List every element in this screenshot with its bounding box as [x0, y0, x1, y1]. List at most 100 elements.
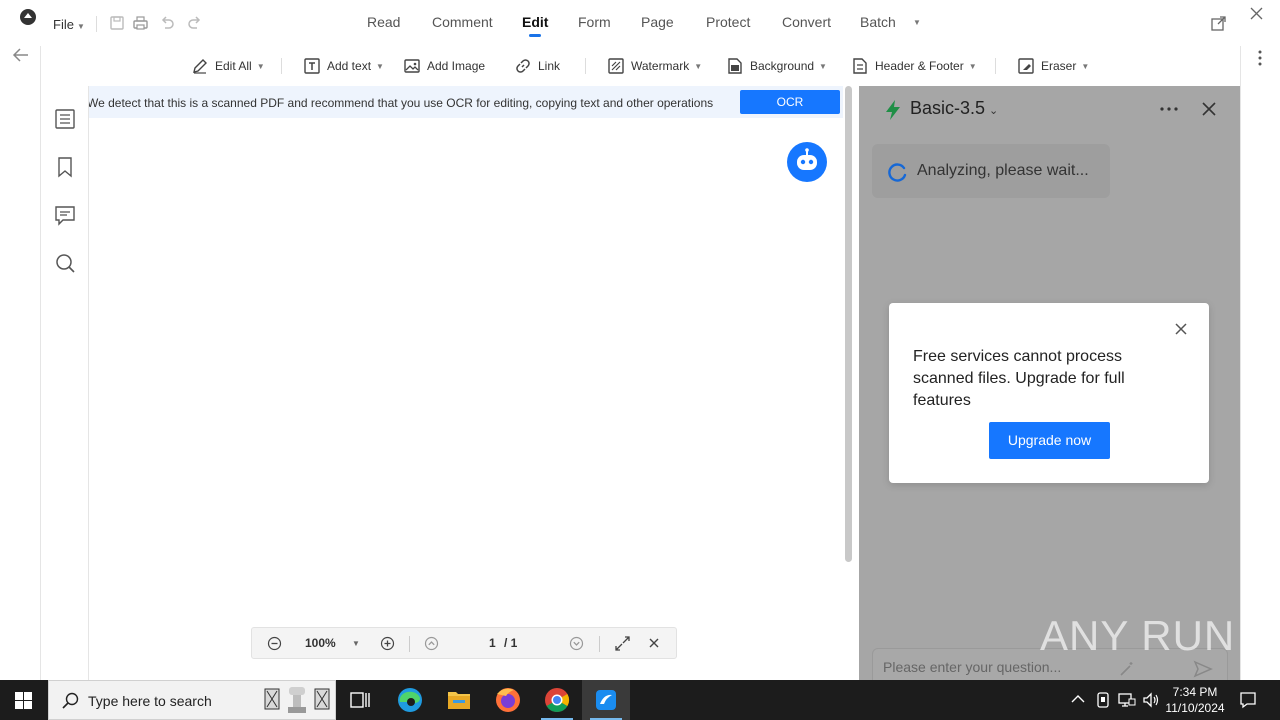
watermark-button[interactable]: Watermark ▼ [607, 56, 702, 76]
zoom-page-bar: 100% ▼ 1 / 1 [251, 627, 677, 659]
background-button[interactable]: Background ▼ [726, 56, 827, 76]
lightning-icon [884, 99, 902, 121]
current-page[interactable]: 1 [489, 636, 496, 650]
header-footer-button[interactable]: Header & Footer ▼ [851, 56, 977, 76]
background-label: Background [750, 59, 815, 73]
magic-wand-icon[interactable] [1118, 660, 1136, 678]
volume-icon[interactable] [1142, 692, 1160, 708]
edit-all-label: Edit All [215, 59, 252, 73]
navigation-sidebar [41, 86, 89, 680]
next-page-icon[interactable] [569, 636, 584, 651]
show-hidden-icons-chevron-icon[interactable] [1071, 694, 1085, 704]
tab-form[interactable]: Form [578, 14, 611, 30]
divider [409, 636, 410, 652]
tab-edit[interactable]: Edit [522, 14, 548, 37]
close-panel-icon[interactable] [1202, 102, 1216, 116]
network-icon[interactable] [1118, 692, 1136, 708]
close-dialog-icon[interactable] [1175, 323, 1187, 335]
tab-batch[interactable]: Batch [860, 14, 896, 30]
background-icon [728, 58, 742, 74]
search-icon[interactable] [54, 252, 76, 274]
model-selector[interactable]: Basic-3.5 ⌄ [910, 98, 998, 119]
analyzing-status: Analyzing, please wait... [872, 144, 1110, 198]
loading-spinner-icon [888, 162, 908, 182]
top-menu-bar: File ▼ Read Comment Edit Form Page Protec… [0, 0, 1280, 46]
notification-center-icon[interactable] [1239, 691, 1257, 709]
tab-comment[interactable]: Comment [432, 14, 493, 30]
zoom-in-icon[interactable] [380, 636, 395, 651]
watermark-label: Watermark [631, 59, 690, 73]
file-menu-label: File [53, 17, 74, 32]
app-logo-icon [20, 9, 36, 25]
total-pages: / 1 [504, 636, 518, 650]
analyzing-text: Analyzing, please wait... [917, 162, 1089, 179]
ocr-button[interactable]: OCR [740, 90, 840, 114]
file-explorer-icon[interactable] [435, 680, 483, 720]
tab-read[interactable]: Read [367, 14, 400, 30]
divider [599, 636, 600, 652]
bookmark-icon[interactable] [54, 156, 76, 178]
file-menu[interactable]: File ▼ [53, 17, 85, 32]
edit-all-button[interactable]: Edit All ▼ [191, 56, 265, 76]
zoom-out-icon[interactable] [267, 636, 282, 651]
clock-date: 11/10/2024 [1165, 701, 1225, 715]
print-icon[interactable] [132, 15, 149, 31]
fullscreen-icon[interactable] [615, 636, 630, 651]
zoom-level[interactable]: 100% [305, 636, 336, 650]
close-window-icon[interactable] [1250, 7, 1263, 20]
question-input[interactable] [883, 659, 1103, 675]
add-text-button[interactable]: Add text ▼ [303, 56, 384, 76]
add-text-icon [304, 58, 320, 74]
system-clock[interactable]: 7:34 PM 11/10/2024 [1160, 684, 1230, 716]
undo-icon[interactable] [159, 15, 175, 31]
outline-icon[interactable] [54, 108, 76, 130]
send-icon[interactable] [1193, 659, 1213, 679]
right-gutter [1240, 46, 1280, 680]
chrome-icon[interactable] [533, 680, 581, 720]
windows-start-icon[interactable] [15, 692, 32, 709]
tab-page[interactable]: Page [641, 14, 674, 30]
tab-protect[interactable]: Protect [706, 14, 750, 30]
search-icon [62, 692, 79, 709]
save-icon[interactable] [109, 15, 125, 31]
open-external-icon[interactable] [1211, 16, 1226, 31]
model-name: Basic-3.5 [910, 98, 986, 118]
search-highlight-icon [261, 683, 333, 717]
ocr-message: We detect that this is a scanned PDF and… [89, 96, 713, 110]
link-label: Link [538, 59, 561, 73]
firefox-icon[interactable] [484, 680, 532, 720]
ai-assistant-robot-icon[interactable] [787, 142, 827, 182]
upgrade-now-button[interactable]: Upgrade now [989, 422, 1110, 459]
divider [96, 16, 97, 32]
clock-time: 7:34 PM [1172, 685, 1218, 699]
header-footer-label: Header & Footer [875, 59, 964, 73]
comment-icon[interactable] [54, 204, 76, 226]
document-canvas[interactable]: We detect that this is a scanned PDF and… [89, 86, 843, 680]
task-view-icon[interactable] [336, 680, 384, 720]
edit-toolbar: Edit All ▼ Add text ▼ Add Image Link Water… [0, 46, 1280, 86]
watermark-icon [608, 58, 624, 74]
close-zoombar-icon[interactable] [649, 638, 659, 648]
ocr-notification-bar: We detect that this is a scanned PDF and… [89, 86, 843, 118]
header-footer-icon [853, 58, 867, 74]
link-icon [516, 59, 530, 73]
zoom-dropdown-chevron-icon[interactable]: ▼ [352, 639, 360, 648]
device-icon[interactable] [1095, 692, 1111, 708]
divider [585, 58, 586, 74]
taskbar-search-box[interactable]: Type here to search [48, 680, 336, 720]
windows-taskbar: Type here to search 7:34 PM 11/10/2024 [0, 680, 1280, 720]
edge-browser-icon[interactable] [386, 680, 434, 720]
edit-pen-icon [193, 59, 207, 74]
eraser-button[interactable]: Eraser ▼ [1017, 56, 1089, 76]
taskbar-search-placeholder: Type here to search [88, 693, 212, 709]
tab-convert[interactable]: Convert [782, 14, 831, 30]
more-options-icon[interactable] [1160, 107, 1178, 111]
previous-page-icon[interactable] [424, 636, 439, 651]
pdf-editor-app-icon[interactable] [582, 680, 630, 720]
vertical-scrollbar[interactable] [845, 86, 852, 562]
more-tabs-chevron-icon[interactable]: ▼ [913, 18, 921, 27]
divider [995, 58, 996, 74]
link-button[interactable]: Link [514, 56, 560, 76]
add-image-button[interactable]: Add Image [403, 56, 485, 76]
redo-icon[interactable] [187, 15, 203, 31]
